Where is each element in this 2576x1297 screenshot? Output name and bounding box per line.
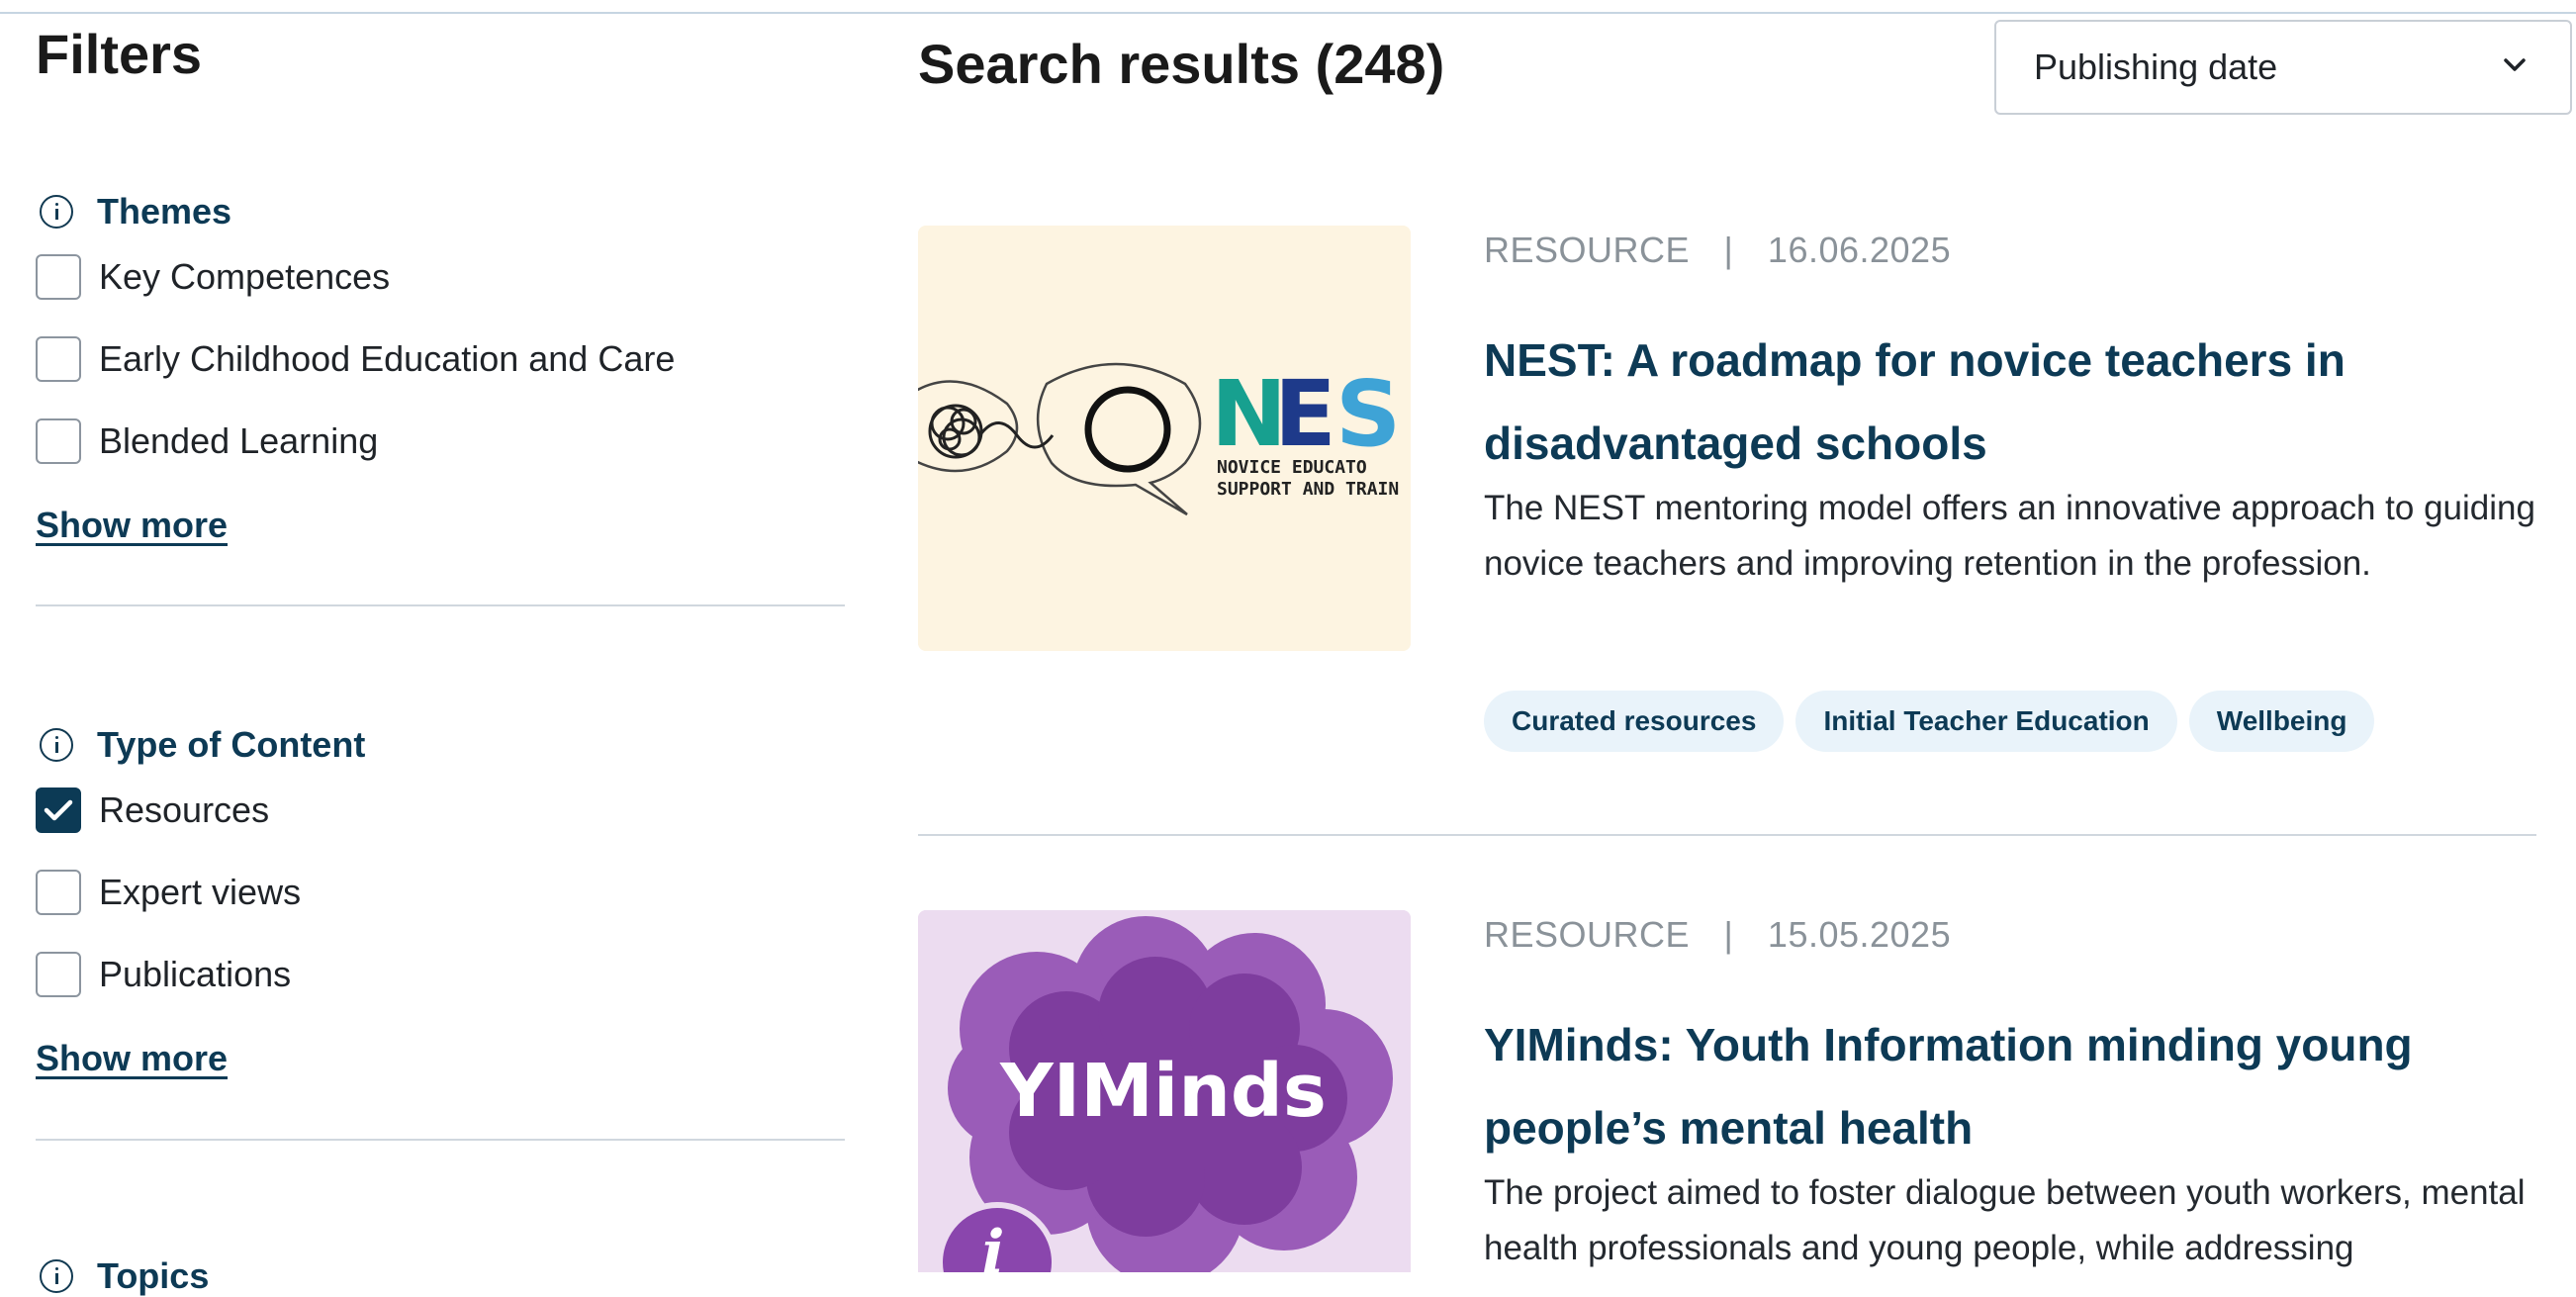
filter-option-label: Expert views: [99, 872, 302, 912]
result-description: The NEST mentoring model offers an innov…: [1484, 489, 2535, 583]
sort-select[interactable]: Publishing date: [1994, 20, 2572, 115]
show-more-content-type-link[interactable]: Show more: [36, 1038, 228, 1079]
yiminds-logo-text: YIMinds: [999, 1049, 1327, 1134]
filter-group-title: Topics: [97, 1255, 210, 1296]
result-date: 15.05.2025: [1767, 914, 1952, 955]
checkbox[interactable]: [36, 418, 81, 464]
show-more-themes-link[interactable]: Show more: [36, 505, 228, 546]
sort-select-value: Publishing date: [2034, 46, 2278, 87]
result-meta: RESOURCE | 15.05.2025: [1484, 914, 1951, 956]
svg-text:SUPPORT AND TRAIN: SUPPORT AND TRAIN: [1217, 479, 1399, 500]
filter-option-label: Resources: [99, 789, 270, 830]
yiminds-logo-image: YIMinds i: [918, 910, 1411, 1272]
svg-text:E: E: [1274, 361, 1336, 467]
result-card[interactable]: YIMinds i RESOURCE | 15.05.2025 YIMinds:…: [918, 910, 2536, 1272]
meta-separator: |: [1723, 230, 1734, 270]
checkbox[interactable]: [36, 952, 81, 997]
meta-separator: |: [1723, 914, 1734, 955]
chevron-down-icon: [2504, 58, 2526, 71]
filter-option-publications[interactable]: Publications: [36, 951, 291, 998]
checkmark-icon: [44, 799, 73, 821]
svg-text:i: i: [982, 1218, 1005, 1272]
filter-option-label: Publications: [99, 954, 292, 994]
filter-group-header[interactable]: Topics: [36, 1255, 210, 1296]
tag-chip[interactable]: Curated resources: [1484, 691, 1785, 752]
result-title-link[interactable]: NEST: A roadmap for novice teachers in d…: [1484, 319, 2532, 485]
filter-option-key-competences[interactable]: Key Competences: [36, 253, 390, 301]
svg-text:S: S: [1335, 361, 1401, 467]
result-description: The project aimed to foster dialogue bet…: [1484, 1173, 2526, 1267]
tag-chip[interactable]: Wellbeing: [2188, 691, 2375, 752]
filters-title: Filters: [36, 23, 203, 85]
filter-option-label: Early Childhood Education and Care: [99, 338, 676, 379]
filter-option-label: Key Competences: [99, 256, 391, 297]
checkbox-checked[interactable]: [36, 787, 81, 833]
result-date: 16.06.2025: [1767, 230, 1952, 270]
filter-group-header[interactable]: Type of Content: [36, 724, 366, 765]
result-divider: [918, 834, 2536, 836]
result-title-line: people’s mental health: [1484, 1102, 1974, 1154]
filter-group-title: Themes: [97, 191, 232, 232]
info-icon[interactable]: [40, 195, 73, 229]
result-title-line: NEST: A roadmap for novice teachers in: [1484, 334, 2346, 386]
divider: [36, 604, 845, 606]
filter-group-header[interactable]: Themes: [36, 191, 232, 232]
divider: [36, 1139, 845, 1141]
result-meta: RESOURCE | 16.06.2025: [1484, 230, 1951, 271]
result-title-line: disadvantaged schools: [1484, 417, 1987, 469]
filter-option-resources[interactable]: Resources: [36, 787, 269, 834]
filter-group-title: Type of Content: [97, 724, 366, 765]
filter-option-label: Blended Learning: [99, 420, 379, 461]
filter-option-ecec[interactable]: Early Childhood Education and Care: [36, 335, 675, 383]
filter-option-blended-learning[interactable]: Blended Learning: [36, 417, 378, 465]
results-title: Search results (248): [918, 33, 1445, 95]
result-title-link[interactable]: YIMinds: Youth Information minding young…: [1484, 1003, 2532, 1169]
result-tags: Curated resources Initial Teacher Educat…: [1484, 691, 2375, 752]
filter-option-expert-views[interactable]: Expert views: [36, 869, 301, 916]
result-type: RESOURCE: [1484, 914, 1691, 955]
result-title-line: YIMinds: Youth Information minding young: [1484, 1019, 2413, 1070]
tag-chip[interactable]: Initial Teacher Education: [1795, 691, 2177, 752]
checkbox[interactable]: [36, 336, 81, 382]
checkbox[interactable]: [36, 870, 81, 915]
result-thumbnail-nest[interactable]: N E S NOVICE EDUCATO SUPPORT AND TRAIN: [918, 226, 1411, 651]
result-type: RESOURCE: [1484, 230, 1691, 270]
info-icon[interactable]: [40, 1259, 73, 1293]
checkbox[interactable]: [36, 254, 81, 300]
top-border: [0, 0, 2576, 14]
nest-logo-image: N E S NOVICE EDUCATO SUPPORT AND TRAIN: [918, 226, 1411, 651]
result-card[interactable]: N E S NOVICE EDUCATO SUPPORT AND TRAIN R…: [918, 226, 2536, 780]
info-icon[interactable]: [40, 728, 73, 762]
result-thumbnail-yiminds[interactable]: YIMinds i: [918, 910, 1411, 1272]
svg-text:NOVICE EDUCATO: NOVICE EDUCATO: [1217, 457, 1367, 478]
